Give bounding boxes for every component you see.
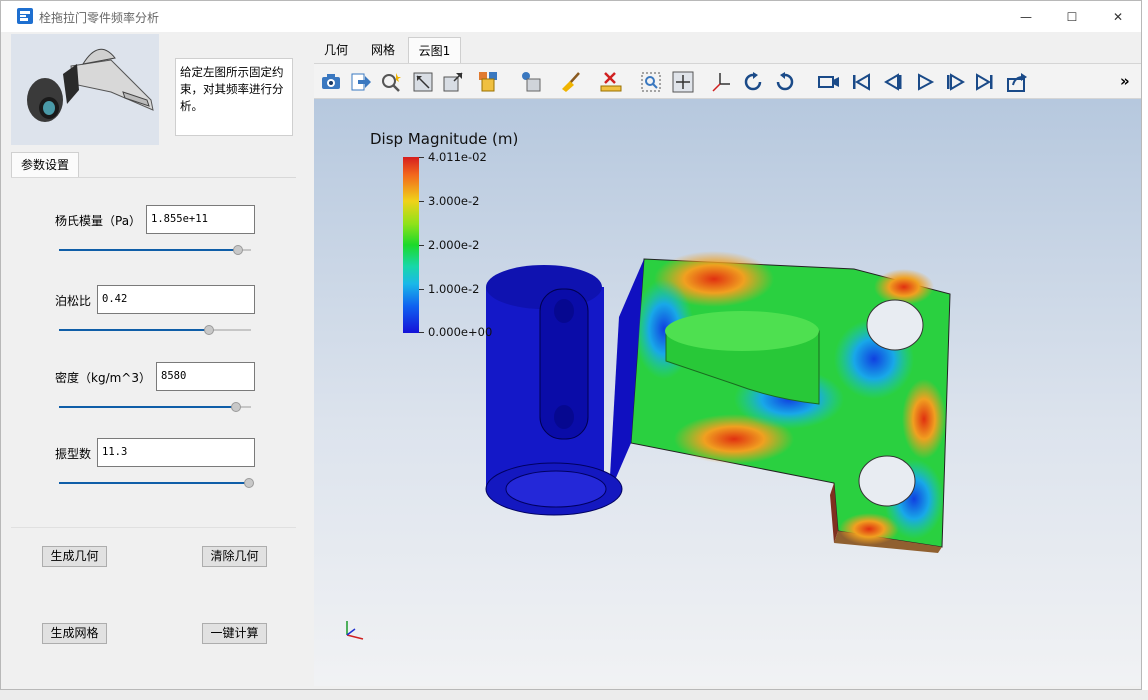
next-frame-icon[interactable] bbox=[944, 71, 966, 93]
divider bbox=[11, 527, 296, 528]
app-icon bbox=[17, 8, 33, 24]
slider-thumb[interactable] bbox=[204, 325, 214, 335]
generate-mesh-button[interactable]: 生成网格 bbox=[42, 623, 107, 644]
density-input[interactable]: 8580 bbox=[156, 362, 255, 391]
toolbar-overflow-icon[interactable]: » bbox=[1120, 72, 1130, 90]
tab-mesh[interactable]: 网格 bbox=[361, 37, 405, 63]
divider bbox=[11, 177, 296, 178]
last-frame-icon[interactable] bbox=[974, 71, 996, 93]
slider-fill bbox=[59, 406, 236, 408]
maximize-button[interactable]: ☐ bbox=[1049, 1, 1095, 32]
orientation-axes-icon bbox=[341, 619, 365, 646]
description-box: 给定左图所示固定约束，对其频率进行分析。 bbox=[175, 58, 293, 136]
legend-tick-label: 2.000e-2 bbox=[428, 238, 480, 252]
axes-icon[interactable] bbox=[710, 71, 732, 93]
mode-count-input[interactable]: 11.3 bbox=[97, 438, 255, 467]
video-camera-icon[interactable] bbox=[818, 71, 840, 93]
resize-box-icon[interactable] bbox=[442, 71, 464, 93]
view-select-icon[interactable] bbox=[520, 71, 542, 93]
slider-fill bbox=[59, 482, 249, 484]
legend-tick-label: 3.000e-2 bbox=[428, 194, 480, 208]
compute-button[interactable]: 一键计算 bbox=[202, 623, 267, 644]
slider-thumb[interactable] bbox=[233, 245, 243, 255]
legend-tick-mark bbox=[419, 289, 424, 290]
youngs-modulus-input[interactable]: 1.855e+11 bbox=[146, 205, 255, 234]
poisson-ratio-input[interactable]: 0.42 bbox=[97, 285, 255, 314]
app-window: 栓拖拉门零件频率分析 — ☐ ✕ 给定左图所示固定约束，对其频率进行分析。 参数… bbox=[0, 0, 1142, 690]
minimize-button[interactable]: — bbox=[1003, 1, 1049, 32]
close-button[interactable]: ✕ bbox=[1095, 1, 1141, 32]
legend-colorbar bbox=[403, 157, 419, 333]
legend-tick-mark bbox=[419, 332, 424, 333]
display-mode-icon[interactable] bbox=[478, 71, 500, 93]
ruler-clear-icon[interactable] bbox=[600, 71, 622, 93]
toolbar: » bbox=[314, 63, 1141, 99]
camera-icon[interactable] bbox=[320, 71, 342, 93]
prev-frame-icon[interactable] bbox=[882, 71, 904, 93]
zoom-window-icon[interactable] bbox=[640, 71, 662, 93]
export-arrow-icon[interactable] bbox=[350, 71, 372, 93]
slider-thumb[interactable] bbox=[231, 402, 241, 412]
tab-contour-1[interactable]: 云图1 bbox=[408, 37, 461, 63]
taskbar-strip bbox=[0, 690, 1148, 700]
zoom-magic-icon[interactable] bbox=[380, 71, 402, 93]
clean-brush-icon[interactable] bbox=[560, 71, 582, 93]
legend-tick-mark bbox=[419, 201, 424, 202]
export-share-icon[interactable] bbox=[1006, 71, 1028, 93]
legend-tick-label: 4.011e-02 bbox=[428, 150, 487, 164]
poisson-ratio-label: 泊松比 bbox=[55, 294, 92, 308]
legend-tick-label: 0.000e+00 bbox=[428, 325, 493, 339]
part-preview-image bbox=[11, 34, 159, 145]
title-bar: 栓拖拉门零件频率分析 — ☐ ✕ bbox=[1, 1, 1141, 32]
legend-title: Disp Magnitude (m) bbox=[370, 130, 519, 148]
clear-geometry-button[interactable]: 清除几何 bbox=[202, 546, 267, 567]
legend-tick-label: 1.000e-2 bbox=[428, 282, 480, 296]
mode-count-label: 振型数 bbox=[55, 447, 92, 461]
fem-model bbox=[485, 251, 951, 553]
slider-fill bbox=[59, 329, 209, 331]
legend-tick-mark bbox=[419, 157, 424, 158]
youngs-modulus-label: 杨氏模量（Pa） bbox=[55, 214, 142, 228]
fit-box-icon[interactable] bbox=[412, 71, 434, 93]
generate-geometry-button[interactable]: 生成几何 bbox=[42, 546, 107, 567]
tab-param-settings[interactable]: 参数设置 bbox=[11, 152, 79, 177]
pan-move-icon[interactable] bbox=[672, 71, 694, 93]
window-title: 栓拖拉门零件频率分析 bbox=[39, 11, 160, 25]
play-icon[interactable] bbox=[914, 71, 936, 93]
rotate-right-icon[interactable] bbox=[742, 71, 764, 93]
legend-tick-mark bbox=[419, 245, 424, 246]
tab-geometry[interactable]: 几何 bbox=[314, 37, 358, 63]
slider-fill bbox=[59, 249, 238, 251]
density-label: 密度（kg/m^3） bbox=[55, 371, 151, 385]
first-frame-icon[interactable] bbox=[850, 71, 872, 93]
rotate-left-icon[interactable] bbox=[774, 71, 796, 93]
slider-thumb[interactable] bbox=[244, 478, 254, 488]
